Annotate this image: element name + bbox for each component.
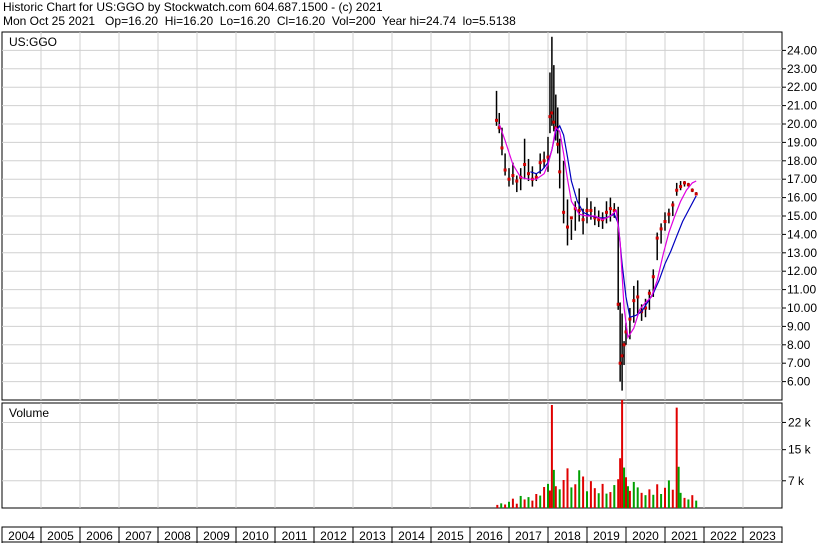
close-dot <box>538 161 542 165</box>
x-tick-label: 2007 <box>125 529 152 543</box>
close-dot <box>556 142 560 146</box>
price-y-tick-label: 12.00 <box>787 264 817 278</box>
close-dot <box>608 207 612 211</box>
close-dot <box>542 159 546 163</box>
price-y-tick-label: 13.00 <box>787 246 817 260</box>
x-tick-label: 2021 <box>671 529 698 543</box>
close-dot <box>503 168 507 172</box>
price-y-tick-label: 21.00 <box>787 99 817 113</box>
price-y-tick-label: 24.00 <box>787 43 817 57</box>
close-dot <box>562 210 566 214</box>
close-dot <box>671 203 675 207</box>
volume-panel-label: Volume <box>9 406 49 420</box>
price-y-tick-label: 19.00 <box>787 135 817 149</box>
close-dot <box>690 188 694 192</box>
close-dot <box>679 185 683 189</box>
volume-y-tick-label: 7 k <box>788 474 805 488</box>
close-dot <box>552 120 556 124</box>
x-tick-label: 2015 <box>437 529 464 543</box>
close-dot <box>675 188 679 192</box>
x-tick-label: 2019 <box>593 529 620 543</box>
x-tick-label: 2009 <box>203 529 230 543</box>
price-y-tick-label: 10.00 <box>787 301 817 315</box>
x-tick-label: 2013 <box>359 529 386 543</box>
x-tick-label: 2005 <box>47 529 74 543</box>
close-dot <box>659 227 663 231</box>
close-dot <box>585 208 589 212</box>
x-tick-label: 2004 <box>8 529 35 543</box>
stock-chart: 2004 2005 2006 2007 2008 2009 2010 2011 2012 2013… <box>1 31 817 543</box>
close-dot <box>527 172 530 176</box>
close-dot <box>683 181 686 185</box>
x-tick-label: 2014 <box>398 529 425 543</box>
close-dot <box>620 354 624 358</box>
x-tick-label: 2023 <box>749 529 776 543</box>
close-dot <box>651 275 655 279</box>
price-y-tick-label: 22.00 <box>787 80 817 94</box>
price-panel-label: US:GGO <box>9 35 57 49</box>
price-y-tick-label: 11.00 <box>787 283 816 297</box>
x-tick-label: 2008 <box>164 529 191 543</box>
price-y-tick-label: 17.00 <box>787 172 817 186</box>
price-y-tick-label: 14.00 <box>787 227 817 241</box>
close-dot <box>628 317 632 321</box>
x-tick-label: 2011 <box>282 529 308 543</box>
close-dot <box>507 177 511 181</box>
price-y-tick-label: 20.00 <box>787 117 817 131</box>
close-dot <box>647 291 651 295</box>
close-dot <box>566 225 569 229</box>
price-y-tick-label: 8.00 <box>787 338 811 352</box>
close-dot <box>495 118 499 122</box>
close-dot <box>636 295 640 299</box>
x-tick-label: 2017 <box>515 529 542 543</box>
close-dot <box>500 146 504 150</box>
price-y-tick-label: 18.00 <box>787 154 817 168</box>
x-tick-label: 2016 <box>476 529 503 543</box>
close-dot <box>550 111 554 115</box>
close-dot <box>511 174 515 178</box>
close-dot <box>569 216 573 220</box>
close-dot <box>618 361 622 365</box>
close-dot <box>581 218 585 222</box>
close-dot <box>515 179 519 183</box>
close-dot <box>694 192 698 196</box>
close-dot <box>622 343 626 347</box>
close-dot <box>616 302 620 306</box>
price-y-tick-label: 9.00 <box>787 319 811 333</box>
close-dot <box>663 220 667 224</box>
close-dot <box>523 162 527 166</box>
close-dot <box>548 115 552 119</box>
volume-y-tick-label: 22 k <box>788 415 812 429</box>
x-tick-label: 2020 <box>632 529 659 543</box>
price-y-tick-label: 7.00 <box>787 356 811 370</box>
close-dot <box>589 208 593 212</box>
volume-y-tick-label: 15 k <box>788 443 812 457</box>
price-y-tick-label: 23.00 <box>787 62 817 76</box>
x-tick-label: 2006 <box>86 529 113 543</box>
close-dot <box>632 299 636 303</box>
price-y-tick-label: 15.00 <box>787 209 817 223</box>
price-y-tick-label: 6.00 <box>787 375 811 389</box>
x-tick-label: 2010 <box>242 529 269 543</box>
x-tick-label: 2022 <box>710 529 737 543</box>
close-dot <box>558 170 562 174</box>
x-tick-label: 2018 <box>554 529 581 543</box>
close-dot <box>667 212 671 216</box>
x-tick-label: 2012 <box>320 529 347 543</box>
close-dot <box>605 210 608 214</box>
close-dot <box>655 236 659 240</box>
price-y-tick-label: 16.00 <box>787 191 817 205</box>
